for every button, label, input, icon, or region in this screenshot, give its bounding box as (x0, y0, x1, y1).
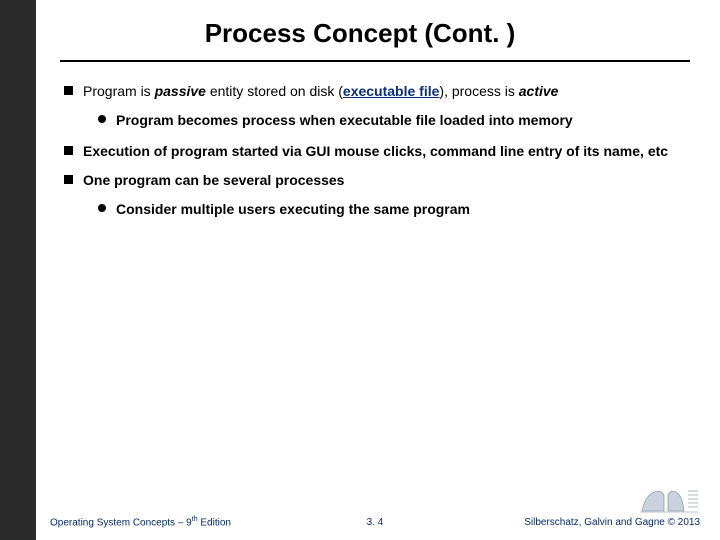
bullet-level1: Execution of program started via GUI mou… (64, 142, 690, 161)
title-underline (60, 60, 690, 62)
circle-bullet-icon (98, 204, 106, 212)
left-side-band (0, 0, 36, 540)
dinosaur-logo-icon (638, 481, 700, 515)
footer-book-title-a: Operating System Concepts – 9 (50, 517, 192, 528)
slide-footer: Operating System Concepts – 9th Edition … (50, 481, 700, 528)
bullet-level2: Consider multiple users executing the sa… (98, 200, 690, 219)
bullet-text: Program is passive entity stored on disk… (83, 82, 690, 101)
slide-title: Process Concept (Cont. ) (0, 18, 720, 49)
square-bullet-icon (64, 146, 73, 155)
bullet-text: Program becomes process when executable … (116, 111, 690, 130)
footer-right: Silberschatz, Galvin and Gagne © 2013 (483, 481, 700, 528)
square-bullet-icon (64, 175, 73, 184)
bullet-level1: One program can be several processes (64, 171, 690, 190)
text-executable-file: executable file (343, 83, 440, 99)
text-passive: passive (155, 83, 206, 99)
text-fragment: ), process is (439, 83, 518, 99)
bullet-text: One program can be several processes (83, 171, 690, 190)
bullet-text: Consider multiple users executing the sa… (116, 200, 690, 219)
slide: Process Concept (Cont. ) Program is pass… (0, 0, 720, 540)
footer-copyright: Silberschatz, Galvin and Gagne © 2013 (524, 517, 700, 528)
square-bullet-icon (64, 86, 73, 95)
bullet-level1: Program is passive entity stored on disk… (64, 82, 690, 101)
bullet-level2: Program becomes process when executable … (98, 111, 690, 130)
text-fragment: Program is (83, 83, 155, 99)
text-fragment: entity stored on disk ( (206, 83, 343, 99)
circle-bullet-icon (98, 115, 106, 123)
text-active: active (519, 83, 559, 99)
footer-book-title-b: Edition (198, 517, 231, 528)
slide-content: Program is passive entity stored on disk… (64, 82, 690, 230)
footer-page-number: 3. 4 (267, 517, 484, 528)
bullet-text: Execution of program started via GUI mou… (83, 142, 690, 161)
footer-left: Operating System Concepts – 9th Edition (50, 516, 267, 528)
